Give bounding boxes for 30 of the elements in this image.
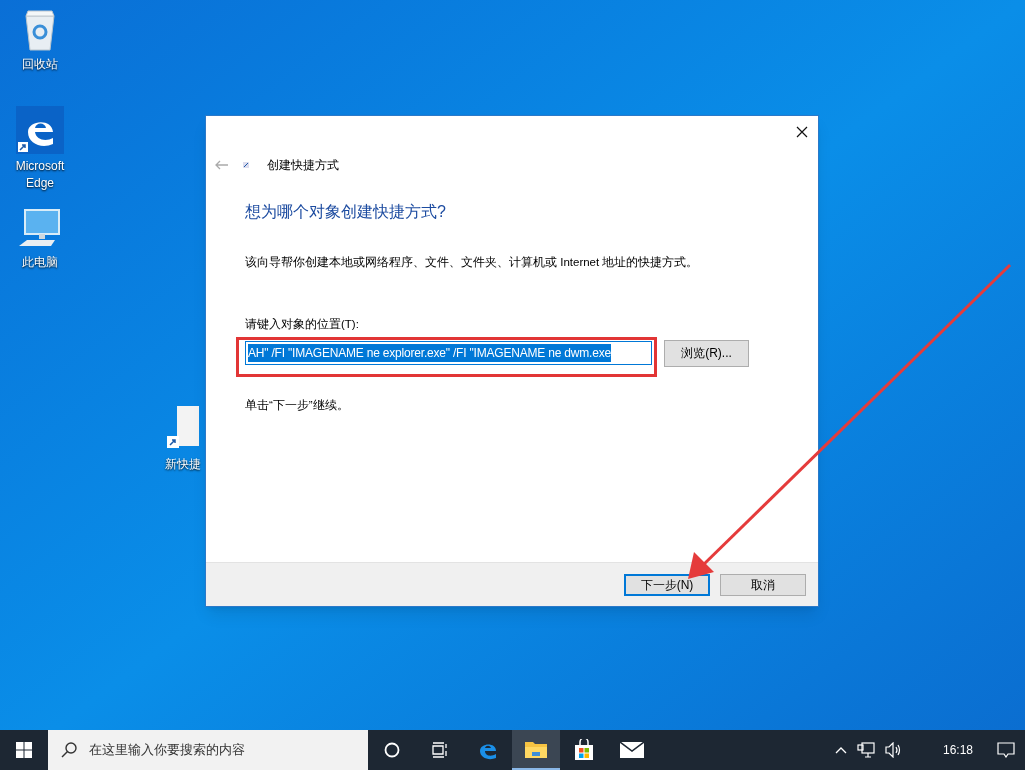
- shopping-bag-icon[interactable]: [574, 739, 594, 761]
- search-placeholder: 在这里输入你要搜索的内容: [89, 741, 245, 760]
- next-button[interactable]: 下一步(N): [624, 573, 710, 596]
- desktop-icon-label[interactable]: 新快捷: [164, 456, 201, 473]
- envelope-icon[interactable]: [620, 742, 644, 758]
- wizard-hint: 单击“下一步”继续。: [245, 397, 350, 413]
- folder-icon[interactable]: [525, 740, 547, 758]
- desktop-icon-label[interactable]: Microsoft Edge: [15, 158, 65, 192]
- speaker-icon[interactable]: [884, 742, 903, 758]
- window-title: 创建快捷方式: [267, 157, 339, 174]
- task-view-icon[interactable]: [432, 742, 448, 758]
- browse-button[interactable]: 浏览(R)...: [664, 339, 749, 367]
- wizard-heading: 想为哪个对象创建快捷方式?: [245, 202, 447, 222]
- desktop-icon-label[interactable]: 此电脑: [22, 254, 58, 271]
- desktop-icon-label[interactable]: 回收站: [22, 56, 58, 73]
- notification-icon[interactable]: [997, 742, 1015, 758]
- search-icon: [61, 742, 77, 758]
- shortcut-icon: [243, 162, 249, 168]
- start-icon[interactable]: [16, 742, 32, 758]
- circle-icon[interactable]: [384, 742, 400, 758]
- network-icon[interactable]: [856, 742, 875, 758]
- search-field[interactable]: 在这里输入你要搜索的内容: [48, 730, 368, 770]
- field-label: 请键入对象的位置(T):: [245, 317, 360, 333]
- cancel-button[interactable]: 取消: [720, 573, 806, 596]
- chevron-up-icon[interactable]: [834, 746, 847, 754]
- location-input-field[interactable]: AH" /FI "IMAGENAME ne explorer.exe" /FI "IMAGENAME ne dwm.exe: [245, 341, 652, 365]
- edge-browser-icon: [16, 106, 64, 154]
- clock-time[interactable]: 16:18: [942, 741, 973, 759]
- wizard-description: 该向导帮你创建本地或网络程序、文件、文件夹、计算机或 Internet 地址的快捷方式。: [245, 255, 700, 270]
- close-icon[interactable]: [796, 126, 808, 138]
